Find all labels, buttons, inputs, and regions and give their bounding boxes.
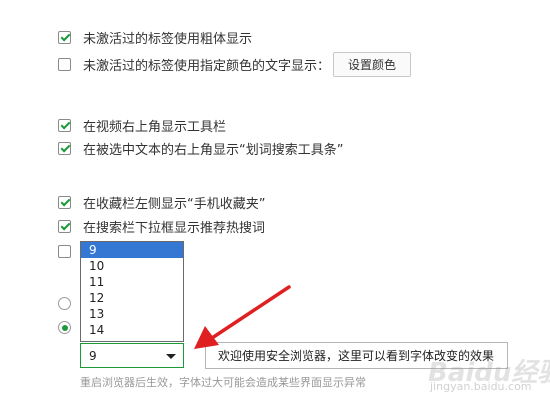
selection-toolbar-checkbox[interactable] [58, 141, 71, 155]
font-size-option[interactable]: 14 [81, 322, 183, 338]
unvisited-bold-label: 未激活过的标签使用粗体显示 [83, 31, 253, 47]
restart-hint: 重启浏览器后生效，字体过大可能会造成某些界面显示异常 [80, 376, 366, 389]
favorites-mobile-checkbox[interactable] [58, 195, 71, 209]
favorites-mobile-label: 在收藏栏左侧显示“手机收藏夹” [83, 196, 266, 212]
watermark-url: jingyan.baidu.com [430, 380, 532, 393]
setting-video-toolbar[interactable]: 在视频右上角显示工具栏 [58, 116, 227, 135]
font-size-option[interactable]: 10 [81, 258, 183, 274]
font-custom-radio[interactable] [58, 321, 71, 334]
unvisited-bold-checkbox[interactable] [58, 30, 71, 44]
set-color-button[interactable]: 设置颜色 [333, 52, 411, 77]
search-hot-checkbox[interactable] [58, 219, 71, 233]
font-size-option[interactable]: 12 [81, 290, 183, 306]
font-size-option[interactable]: 9 [81, 242, 183, 258]
unvisited-color-label: 未激活过的标签使用指定颜色的文字显示： [83, 58, 331, 74]
hidden-option-checkbox[interactable] [58, 244, 71, 258]
font-size-dropdown-list[interactable]: 9 10 11 12 13 14 [80, 241, 184, 342]
font-size-option[interactable]: 13 [81, 306, 183, 322]
font-size-selected-value: 9 [89, 348, 97, 363]
selection-toolbar-label: 在被选中文本的右上角显示“划词搜索工具条” [83, 142, 344, 158]
setting-selection-toolbar[interactable]: 在被选中文本的右上角显示“划词搜索工具条” [58, 139, 344, 158]
setting-hidden-option[interactable] [58, 242, 71, 260]
setting-favorites-mobile[interactable]: 在收藏栏左侧显示“手机收藏夹” [58, 193, 266, 212]
video-toolbar-label: 在视频右上角显示工具栏 [83, 119, 227, 135]
unvisited-color-checkbox[interactable] [58, 57, 71, 71]
search-hot-label: 在搜索栏下拉框显示推荐热搜词 [83, 220, 266, 236]
font-size-select[interactable]: 9 [80, 343, 184, 368]
setting-unvisited-color[interactable]: 未激活过的标签使用指定颜色的文字显示： [58, 55, 331, 74]
font-size-option[interactable]: 11 [81, 274, 183, 290]
setting-unvisited-bold[interactable]: 未激活过的标签使用粗体显示 [58, 28, 253, 47]
setting-search-hot[interactable]: 在搜索栏下拉框显示推荐热搜词 [58, 217, 266, 236]
chevron-down-icon[interactable] [166, 354, 176, 359]
video-toolbar-checkbox[interactable] [58, 118, 71, 132]
font-default-radio[interactable] [58, 297, 71, 310]
